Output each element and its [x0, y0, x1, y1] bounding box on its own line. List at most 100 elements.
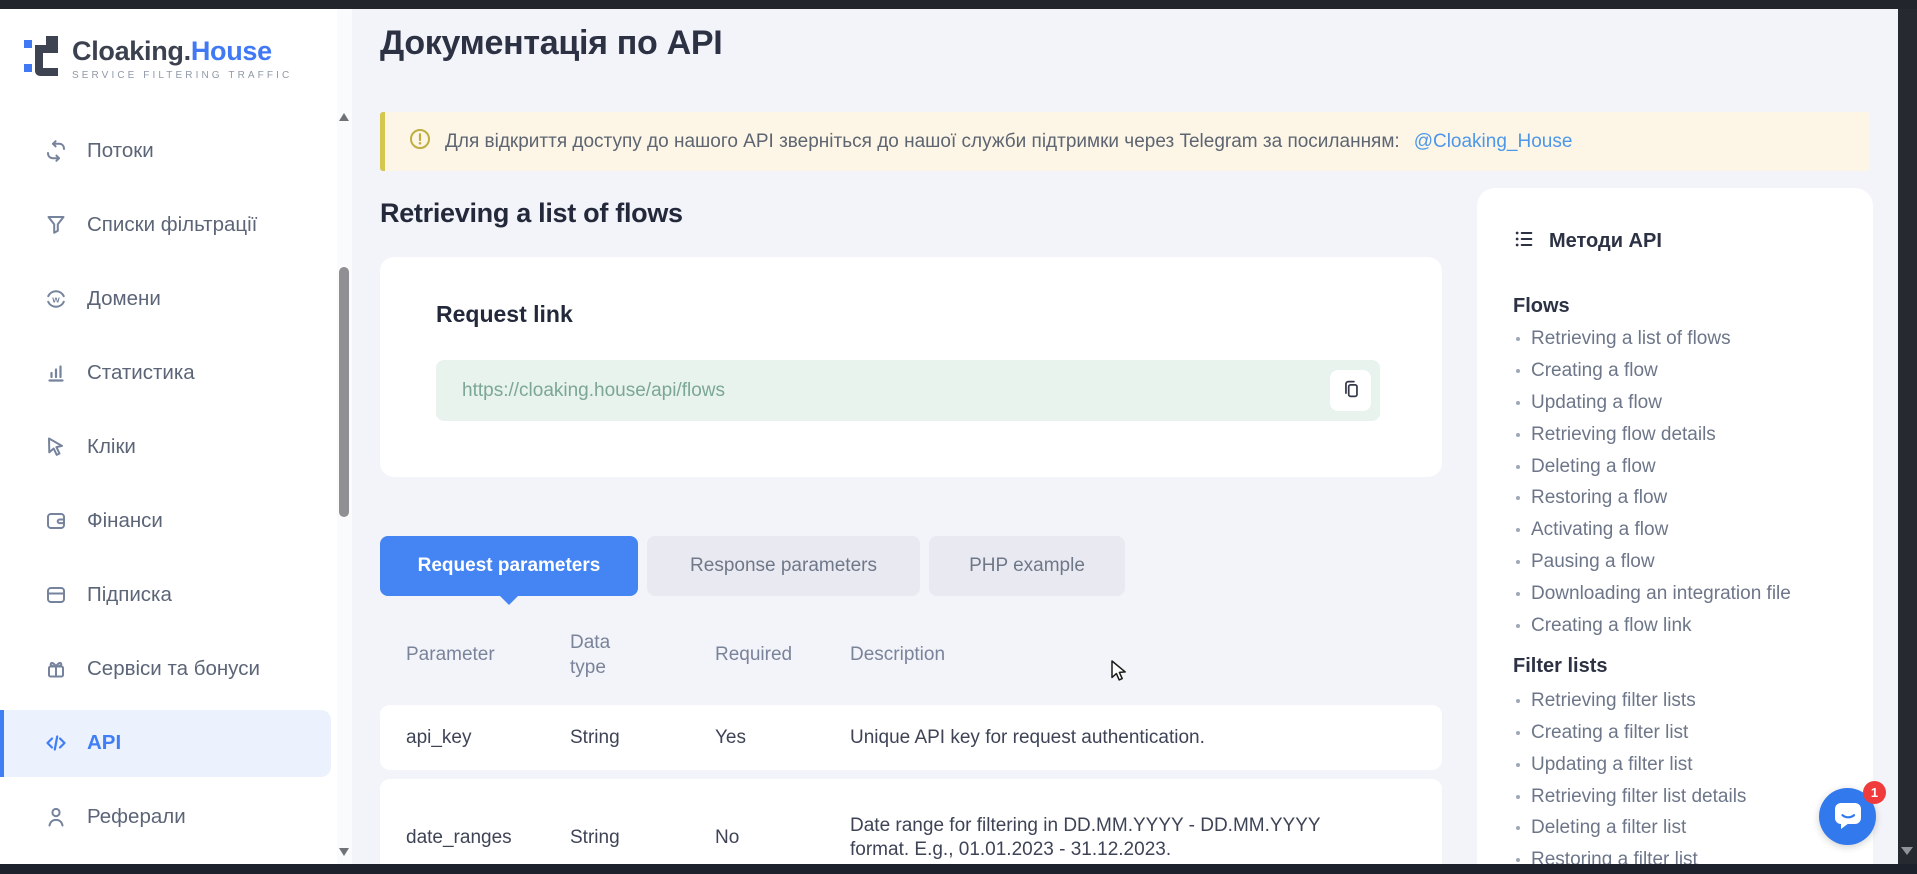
method-link[interactable]: Restoring a flow [1513, 482, 1853, 514]
logo-mark-icon [24, 35, 60, 82]
method-link[interactable]: Creating a flow [1513, 355, 1853, 387]
column-header-parameter: Parameter [406, 644, 495, 666]
cell-parameter: date_ranges [406, 827, 512, 849]
tab-request-parameters[interactable]: Request parameters [380, 536, 638, 596]
method-link[interactable]: Creating a filter list [1513, 717, 1853, 749]
logo-text: Cloaking.House SERVICE FILTERING TRAFFIC [72, 36, 292, 81]
sidebar-item-label: API [87, 731, 121, 755]
telegram-link[interactable]: @Cloaking_House [1414, 131, 1573, 153]
bullet-dot [1516, 763, 1520, 767]
bullet-dot [1516, 624, 1520, 628]
services-bonuses-icon [44, 657, 68, 681]
api-access-banner: Для відкриття доступу до нашого API звер… [380, 112, 1870, 171]
column-header-data-type: Data type [570, 630, 634, 680]
bullet-dot [1516, 433, 1520, 437]
filter-lists-icon [44, 213, 68, 237]
bottom-frame-bar [0, 864, 1917, 874]
method-link[interactable]: Retrieving a list of flows [1513, 323, 1853, 355]
bullet-dot [1516, 699, 1520, 703]
method-link[interactable]: Retrieving filter lists [1513, 685, 1853, 717]
logo-tagline: SERVICE FILTERING TRAFFIC [72, 70, 292, 81]
sidebar-item-label: Фінанси [87, 509, 163, 533]
sidebar-item-flows[interactable]: Потоки [0, 114, 331, 188]
method-link[interactable]: Activating a flow [1513, 514, 1853, 546]
bullet-dot [1516, 826, 1520, 830]
methods-panel-header: Методи API [1513, 228, 1853, 255]
flows-icon [44, 139, 68, 163]
tab-response-parameters[interactable]: Response parameters [647, 536, 920, 596]
statistics-icon [44, 361, 68, 385]
method-link[interactable]: Retrieving flow details [1513, 419, 1853, 451]
cell-parameter: api_key [406, 727, 472, 749]
sidebar-item-domains[interactable]: w Домени [0, 262, 331, 336]
method-link[interactable]: Creating a flow link [1513, 610, 1853, 642]
parameter-tabs: Request parameters Response parameters P… [380, 536, 1125, 596]
app-window: Cloaking.House SERVICE FILTERING TRAFFIC… [0, 0, 1917, 874]
chat-unread-badge: 1 [1863, 781, 1886, 804]
sidebar-scrollbar[interactable] [337, 9, 352, 864]
scroll-down-arrow[interactable] [1901, 847, 1913, 855]
cell-data-type: String [570, 827, 620, 849]
methods-section-filter-lists: Filter lists [1513, 655, 1853, 678]
tab-php-example[interactable]: PHP example [929, 536, 1125, 596]
methods-panel-title: Методи API [1549, 230, 1662, 253]
list-icon [1513, 228, 1535, 255]
column-header-description: Description [850, 644, 945, 666]
mouse-cursor [1110, 660, 1132, 689]
scroll-up-arrow[interactable] [339, 113, 349, 121]
column-header-required: Required [715, 644, 792, 666]
method-link[interactable]: Updating a flow [1513, 387, 1853, 419]
sidebar-item-subscription[interactable]: Підписка [0, 558, 331, 632]
top-frame-bar [0, 0, 1917, 9]
cell-data-type: String [570, 727, 620, 749]
logo-title-accent: House [191, 36, 272, 66]
sidebar-item-referrals[interactable]: Реферали [0, 780, 331, 854]
method-link[interactable]: Deleting a flow [1513, 451, 1853, 483]
scroll-down-arrow[interactable] [339, 848, 349, 856]
method-link[interactable]: Deleting a filter list [1513, 812, 1853, 844]
request-link-card: Request link https://cloaking.house/api/… [380, 257, 1442, 477]
scrollbar-thumb[interactable] [339, 267, 349, 517]
bullet-dot [1516, 858, 1520, 862]
sidebar-item-label: Реферали [87, 805, 186, 829]
bullet-dot [1516, 369, 1520, 373]
clicks-icon [44, 435, 68, 459]
sidebar-item-finance[interactable]: Фінанси [0, 484, 331, 558]
flows-method-list: Retrieving a list of flows Creating a fl… [1513, 323, 1853, 642]
subscription-icon [44, 583, 68, 607]
info-icon [409, 128, 431, 155]
bullet-dot [1516, 528, 1520, 532]
method-link[interactable]: Pausing a flow [1513, 546, 1853, 578]
request-url-value: https://cloaking.house/api/flows [462, 380, 725, 402]
sidebar-nav: Потоки Списки фільтрації w Домени Статис… [0, 114, 331, 854]
table-row: date_ranges String No Date range for fil… [380, 779, 1442, 874]
method-link[interactable]: Updating a filter list [1513, 749, 1853, 781]
sidebar-item-services-bonuses[interactable]: Сервіси та бонуси [0, 632, 331, 706]
cell-description: Date range for filtering in DD.MM.YYYY -… [850, 814, 1328, 862]
copy-icon [1340, 378, 1362, 403]
cell-required: No [715, 827, 739, 849]
browser-scrollbar[interactable] [1898, 9, 1917, 864]
logo[interactable]: Cloaking.House SERVICE FILTERING TRAFFIC [24, 35, 292, 82]
page-title: Документація по API [380, 24, 722, 63]
section-title: Retrieving a list of flows [380, 198, 683, 229]
bullet-dot [1516, 465, 1520, 469]
sidebar-item-statistics[interactable]: Статистика [0, 336, 331, 410]
copy-button[interactable] [1330, 370, 1371, 411]
bullet-dot [1516, 795, 1520, 799]
sidebar-item-label: Статистика [87, 361, 195, 385]
table-row: api_key String Yes Unique API key for re… [380, 705, 1442, 770]
method-link[interactable]: Retrieving filter list details [1513, 781, 1853, 813]
sidebar-item-filter-lists[interactable]: Списки фільтрації [0, 188, 331, 262]
sidebar-item-clicks[interactable]: Кліки [0, 410, 331, 484]
methods-section-flows: Flows [1513, 295, 1853, 318]
svg-text:w: w [51, 295, 60, 306]
referrals-icon [44, 805, 68, 829]
request-url-field[interactable]: https://cloaking.house/api/flows [436, 360, 1380, 421]
method-link[interactable]: Downloading an integration file [1513, 578, 1853, 610]
sidebar-item-label: Кліки [87, 435, 136, 459]
bullet-dot [1516, 592, 1520, 596]
bullet-dot [1516, 401, 1520, 405]
sidebar-item-api[interactable]: API [0, 710, 331, 777]
sidebar-item-label: Потоки [87, 139, 154, 163]
